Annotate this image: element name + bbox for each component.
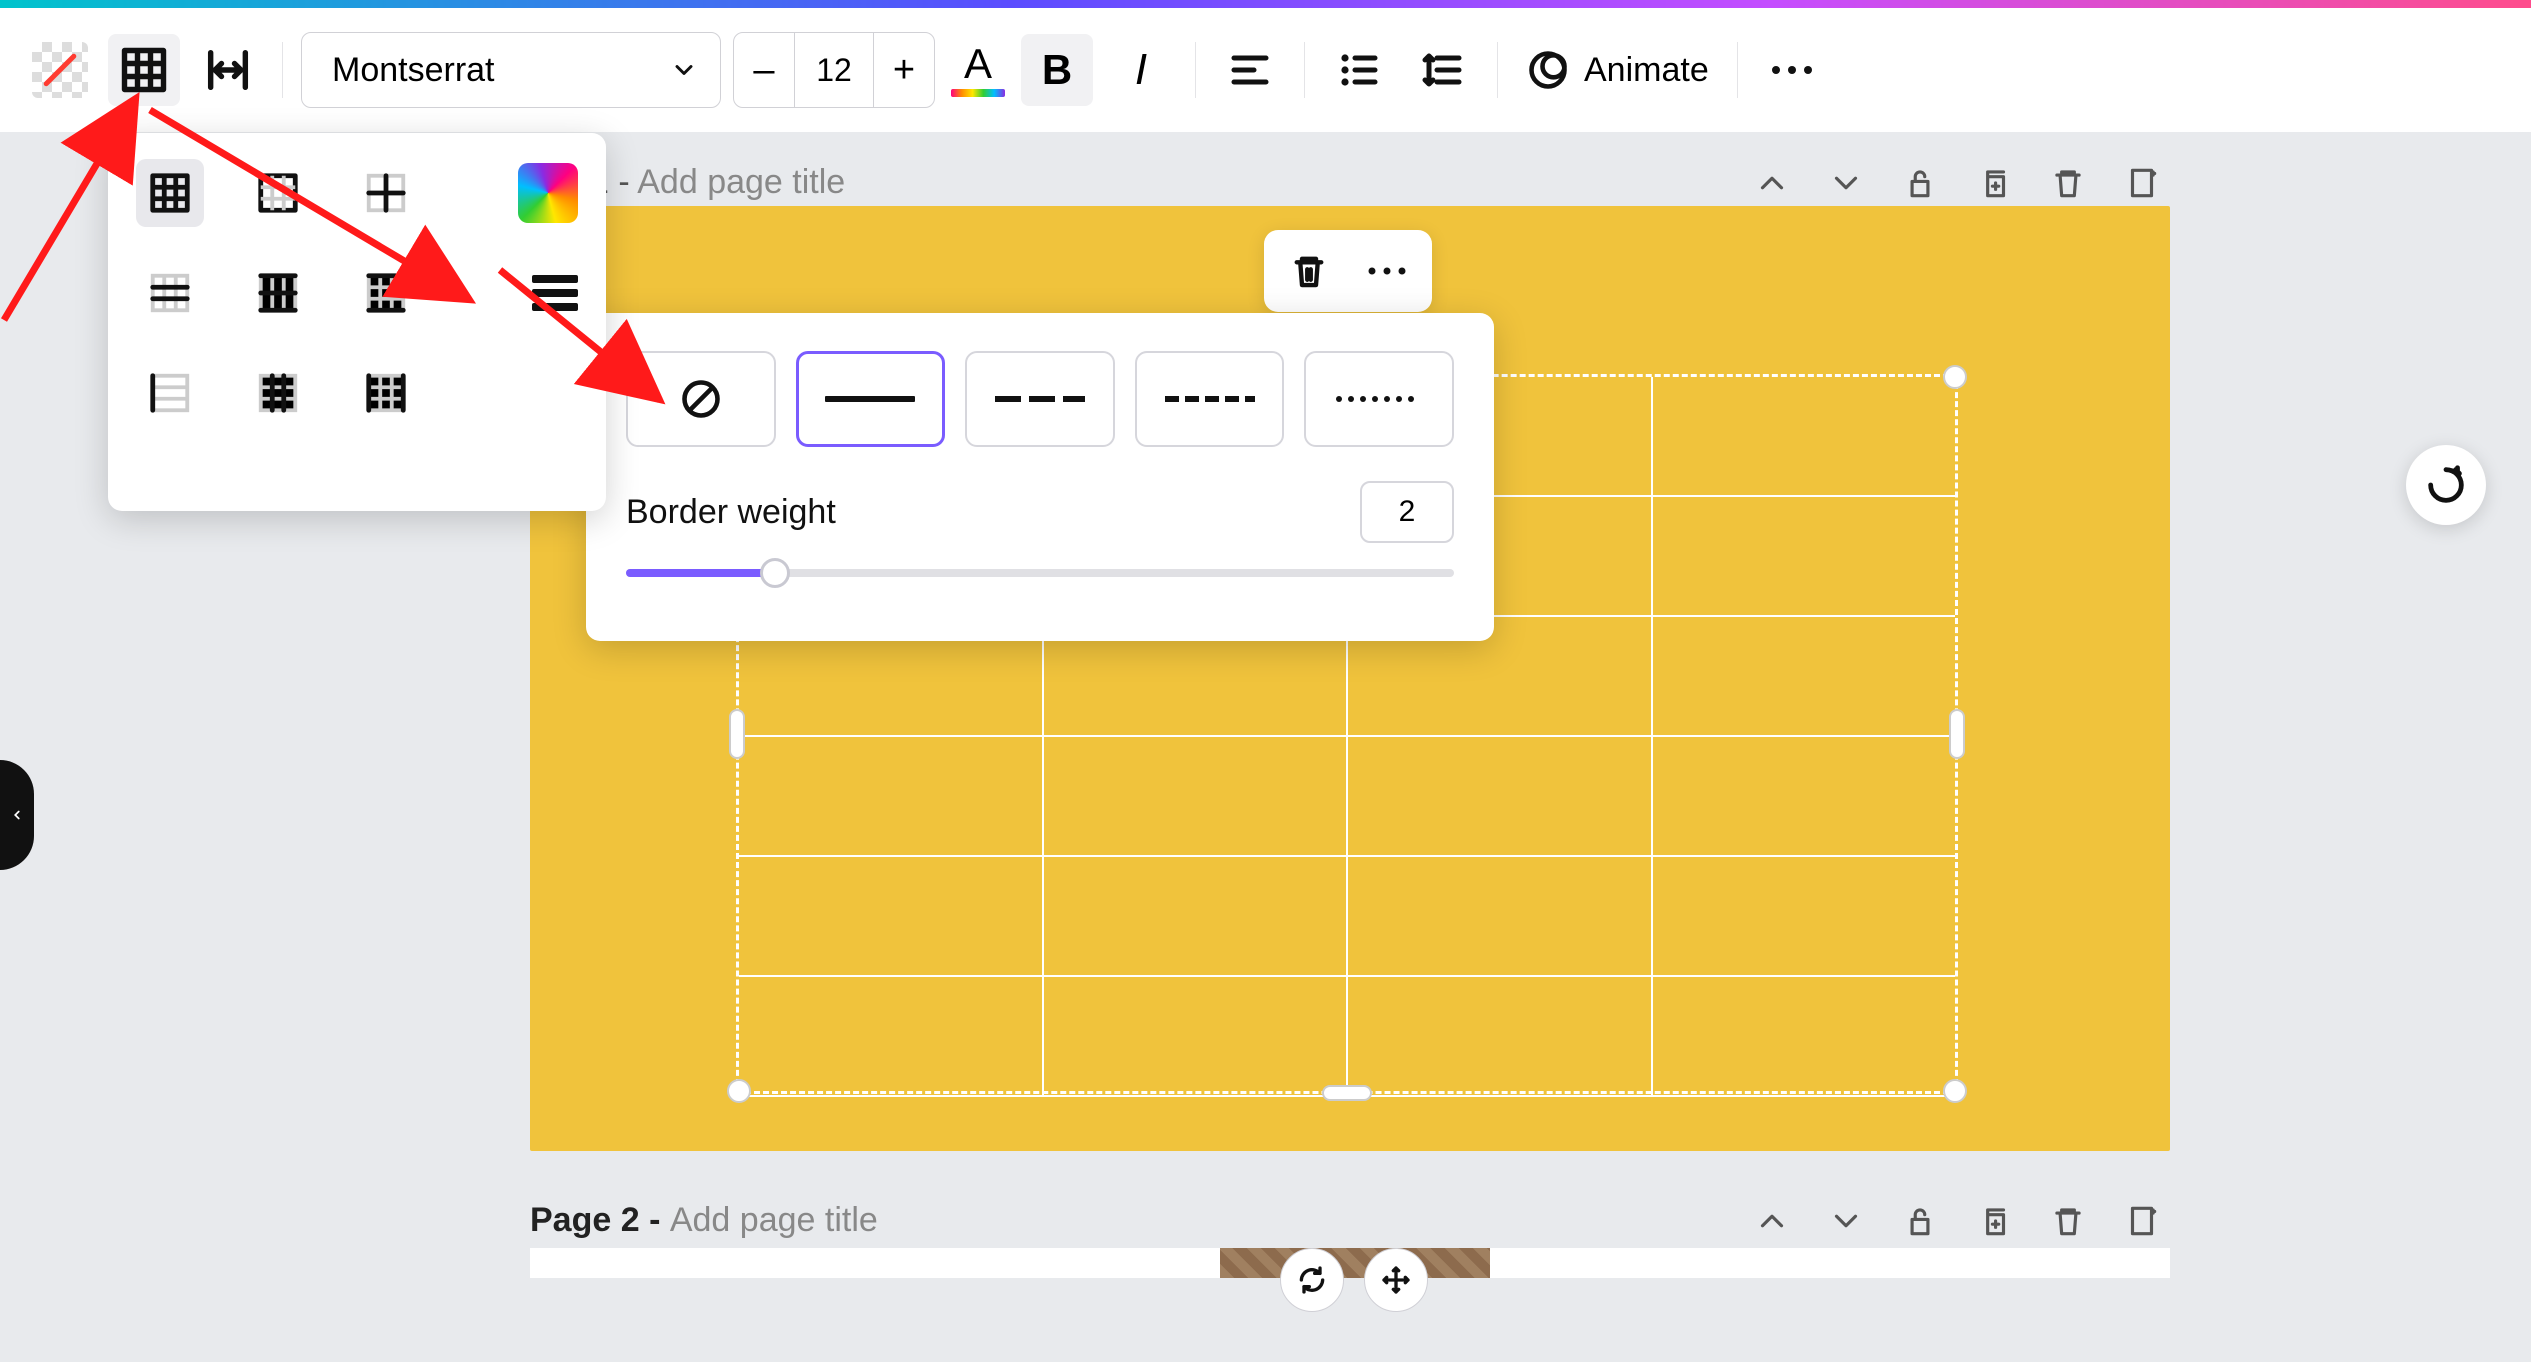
- page-2-title-placeholder: Add page title: [670, 1201, 878, 1239]
- border-color-swatch[interactable]: [518, 163, 578, 223]
- border-options-button[interactable]: [108, 34, 180, 106]
- ellipsis-icon: [1366, 264, 1408, 278]
- animate-label: Animate: [1584, 51, 1709, 90]
- font-family-select[interactable]: Montserrat: [301, 32, 721, 108]
- resize-handle-bottom-right[interactable]: [1943, 1079, 1967, 1103]
- border-all-sides[interactable]: [136, 159, 204, 227]
- no-fill-swatch-icon: [32, 42, 88, 98]
- grid-icon: [118, 44, 170, 96]
- cell-spacing-button[interactable]: [192, 34, 264, 106]
- border-style-dashed-short[interactable]: [1135, 351, 1285, 447]
- align-left-icon: [1226, 46, 1274, 94]
- page2-move-down-button[interactable]: [1827, 1202, 1865, 1240]
- border-left-right[interactable]: [352, 359, 420, 427]
- border-weight-label: Border weight: [626, 493, 836, 532]
- border-horizontal-all[interactable]: [244, 259, 312, 327]
- slider-knob[interactable]: [760, 558, 790, 588]
- page2-duplicate-button[interactable]: [1975, 1202, 2013, 1240]
- solid-line-icon: [825, 396, 915, 402]
- line-spacing-icon: [1419, 46, 1467, 94]
- border-style-none[interactable]: [626, 351, 776, 447]
- font-size-increase[interactable]: +: [874, 33, 934, 107]
- side-panel-collapse-tab[interactable]: [0, 760, 34, 870]
- page-2-title-wrap[interactable]: Page 2 - Add page title: [530, 1201, 878, 1240]
- page-duplicate-button[interactable]: [1975, 164, 2013, 202]
- resize-handle-right[interactable]: [1949, 709, 1965, 759]
- selection-context-bar: [1264, 230, 1432, 312]
- dotted-icon: [1334, 395, 1424, 403]
- chevron-down-icon: [670, 56, 698, 84]
- page-2-actions: [1753, 1202, 2161, 1240]
- border-top-bottom[interactable]: [352, 259, 420, 327]
- border-weight-input[interactable]: [1360, 481, 1454, 543]
- page2-lock-button[interactable]: [1901, 1202, 1939, 1240]
- page-2-number: Page 2 -: [530, 1201, 670, 1239]
- bullet-list-icon: [1335, 46, 1383, 94]
- horizontal-spacing-icon: [202, 44, 254, 96]
- page-1-actions: [1753, 164, 2161, 202]
- magic-generate-button[interactable]: [2406, 445, 2486, 525]
- border-vertical-all[interactable]: [244, 359, 312, 427]
- canvas-float-controls: [1280, 1248, 1428, 1312]
- fill-color-button[interactable]: [24, 34, 96, 106]
- bold-button[interactable]: B: [1021, 34, 1093, 106]
- resize-handle-bottom[interactable]: [1322, 1085, 1372, 1101]
- page-delete-button[interactable]: [2049, 164, 2087, 202]
- rainbow-bar-icon: [951, 89, 1005, 97]
- page2-delete-button[interactable]: [2049, 1202, 2087, 1240]
- slider-fill: [626, 569, 775, 577]
- bullet-list-button[interactable]: [1323, 34, 1395, 106]
- move-icon: [1380, 1264, 1412, 1296]
- resize-handle-bottom-left[interactable]: [727, 1079, 751, 1103]
- font-family-label: Montserrat: [332, 51, 495, 90]
- short-dash-icon: [1165, 396, 1255, 402]
- animate-icon: [1526, 48, 1570, 92]
- resize-handle-left[interactable]: [729, 709, 745, 759]
- font-size-decrease[interactable]: –: [734, 33, 794, 107]
- border-style-dashed-long[interactable]: [965, 351, 1115, 447]
- trash-icon: [1288, 250, 1330, 292]
- border-style-trigger[interactable]: [532, 275, 578, 311]
- long-dash-icon: [995, 396, 1085, 402]
- ellipsis-icon: [1768, 62, 1816, 78]
- page2-add-button[interactable]: [2123, 1202, 2161, 1240]
- sync-icon: [1296, 1264, 1328, 1296]
- canvas-pan-button[interactable]: [1364, 1248, 1428, 1312]
- more-options-button[interactable]: [1756, 34, 1828, 106]
- text-align-button[interactable]: [1214, 34, 1286, 106]
- text-color-glyph: A: [964, 43, 992, 85]
- border-horizontal-inner[interactable]: [136, 259, 204, 327]
- border-style-dotted[interactable]: [1304, 351, 1454, 447]
- page-move-down-button[interactable]: [1827, 164, 1865, 202]
- border-style-solid[interactable]: [796, 351, 946, 447]
- italic-button[interactable]: I: [1105, 34, 1177, 106]
- resize-handle-top-right[interactable]: [1943, 365, 1967, 389]
- border-style-popover: Border weight: [586, 313, 1494, 641]
- selection-delete-button[interactable]: [1284, 246, 1334, 296]
- font-size-stepper: – 12 +: [733, 32, 935, 108]
- context-toolbar: Montserrat – 12 + A B I Animate: [0, 8, 2531, 133]
- border-weight-slider[interactable]: [626, 569, 1454, 577]
- chevron-left-icon: [10, 803, 24, 827]
- border-vertical-inner[interactable]: [136, 359, 204, 427]
- selection-more-button[interactable]: [1362, 246, 1412, 296]
- border-sides-popover: [108, 133, 606, 511]
- animate-button[interactable]: Animate: [1516, 48, 1719, 92]
- page-lock-button[interactable]: [1901, 164, 1939, 202]
- page-1-title-wrap[interactable]: 1 - Add page title: [590, 163, 845, 202]
- border-outer-only[interactable]: [244, 159, 312, 227]
- text-color-button[interactable]: A: [947, 43, 1009, 97]
- page-2-header: Page 2 - Add page title: [0, 1201, 2531, 1240]
- border-inner-only[interactable]: [352, 159, 420, 227]
- no-border-icon: [679, 377, 723, 421]
- page-1-title-placeholder: Add page title: [637, 163, 845, 201]
- page-add-button[interactable]: [2123, 164, 2161, 202]
- app-gradient-bar: [0, 0, 2531, 8]
- font-size-value[interactable]: 12: [794, 33, 874, 107]
- sparkle-loop-icon: [2423, 462, 2469, 508]
- page2-move-up-button[interactable]: [1753, 1202, 1791, 1240]
- line-spacing-button[interactable]: [1407, 34, 1479, 106]
- canvas-sync-button[interactable]: [1280, 1248, 1344, 1312]
- page-move-up-button[interactable]: [1753, 164, 1791, 202]
